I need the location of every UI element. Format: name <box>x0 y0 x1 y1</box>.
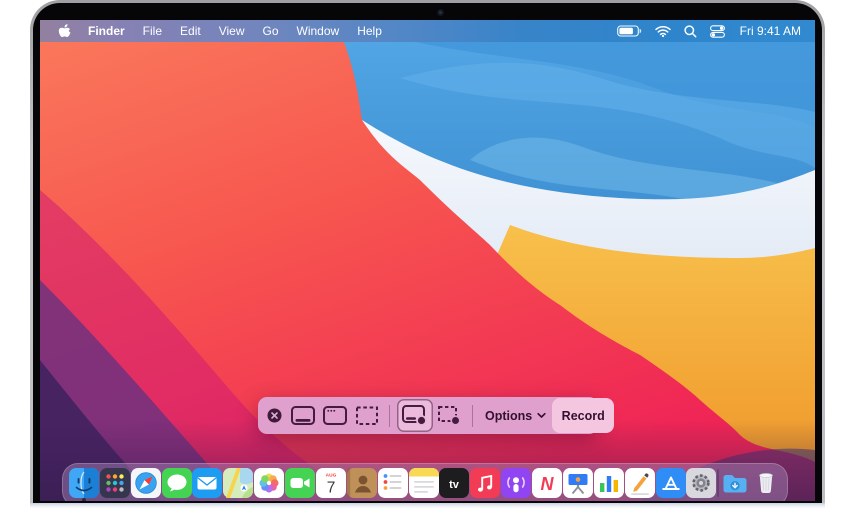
laptop-bottom-edge <box>30 503 825 509</box>
facetime-camera <box>437 9 444 16</box>
dock-item-launchpad[interactable] <box>100 468 130 498</box>
dock: AUG 7 tv N <box>62 463 788 501</box>
dock-item-maps[interactable] <box>223 468 253 498</box>
dock-item-facetime[interactable] <box>285 468 315 498</box>
dock-item-notes[interactable] <box>409 468 439 498</box>
dock-item-reminders[interactable] <box>378 468 408 498</box>
toolbar-separator <box>472 405 473 427</box>
svg-text:tv: tv <box>449 479 460 491</box>
dock-item-sysprefs[interactable] <box>686 468 716 498</box>
dock-item-numbers[interactable] <box>594 468 624 498</box>
menu-view[interactable]: View <box>210 20 254 42</box>
dock-item-music[interactable] <box>470 468 500 498</box>
svg-text:7: 7 <box>327 480 336 497</box>
options-label: Options <box>485 409 532 423</box>
menu-bar: FinderFileEditViewGoWindowHelp Fri 9:41 … <box>40 20 815 42</box>
menu-bar-status: Fri 9:41 AM <box>617 20 801 42</box>
menu-help[interactable]: Help <box>348 20 391 42</box>
record-entire-screen-button[interactable] <box>397 399 433 432</box>
dock-item-tv[interactable]: tv <box>439 468 469 498</box>
dock-item-appstore[interactable] <box>656 468 686 498</box>
capture-selected-portion-button[interactable] <box>352 399 382 432</box>
chevron-down-icon <box>537 412 546 419</box>
dock-item-photos[interactable] <box>254 468 284 498</box>
menu-bar-clock[interactable]: Fri 9:41 AM <box>740 24 801 38</box>
menu-window[interactable]: Window <box>288 20 349 42</box>
dock-item-messages[interactable] <box>162 468 192 498</box>
menu-edit[interactable]: Edit <box>171 20 210 42</box>
svg-text:AUG: AUG <box>326 472 337 478</box>
dock-item-keynote[interactable] <box>563 468 593 498</box>
running-indicator <box>82 498 86 501</box>
toolbar-separator <box>389 405 390 427</box>
menu-file[interactable]: File <box>134 20 171 42</box>
screenshot-toolbar: Options Record <box>258 397 598 434</box>
capture-entire-screen-button[interactable] <box>288 399 318 432</box>
menu-go[interactable]: Go <box>254 20 288 42</box>
apple-menu[interactable] <box>56 20 79 42</box>
desktop-screen: FinderFileEditViewGoWindowHelp Fri 9:41 … <box>40 20 815 501</box>
close-toolbar-button[interactable] <box>267 408 282 423</box>
control-center-icon[interactable] <box>710 25 725 38</box>
dock-divider <box>717 469 719 497</box>
dock-item-news[interactable]: N <box>532 468 562 498</box>
dock-item-finder[interactable] <box>69 468 99 498</box>
wifi-icon[interactable] <box>655 25 671 37</box>
dock-item-mail[interactable] <box>192 468 222 498</box>
dock-item-downloads[interactable] <box>720 468 750 498</box>
dock-item-pages[interactable] <box>625 468 655 498</box>
capture-selected-window-button[interactable] <box>320 399 350 432</box>
svg-text:N: N <box>541 474 555 494</box>
record-button[interactable]: Record <box>552 398 614 433</box>
battery-icon[interactable] <box>617 25 642 37</box>
dock-item-safari[interactable] <box>131 468 161 498</box>
menu-list: FinderFileEditViewGoWindowHelp <box>79 20 391 42</box>
menu-bar-left: FinderFileEditViewGoWindowHelp <box>56 20 391 42</box>
options-dropdown[interactable]: Options <box>479 409 552 423</box>
dock-item-podcasts[interactable] <box>501 468 531 498</box>
menu-finder[interactable]: Finder <box>79 20 134 42</box>
spotlight-search-icon[interactable] <box>684 25 697 38</box>
dock-item-trash[interactable] <box>751 468 781 498</box>
dock-item-calendar[interactable]: AUG 7 <box>316 468 346 498</box>
apple-icon <box>58 24 71 39</box>
macbook-frame: FinderFileEditViewGoWindowHelp Fri 9:41 … <box>30 0 825 504</box>
dock-item-contacts[interactable] <box>347 468 377 498</box>
record-selected-portion-button[interactable] <box>435 399 465 432</box>
